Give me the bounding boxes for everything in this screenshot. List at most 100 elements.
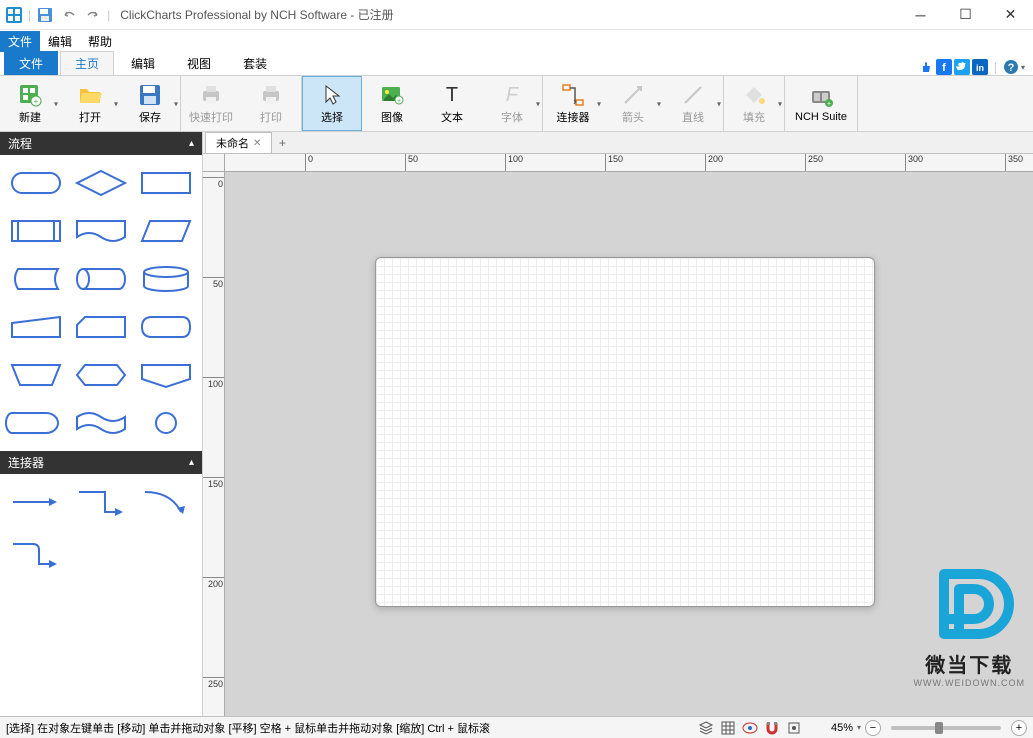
menubar: 文件 编辑 帮助 <box>0 30 1033 52</box>
close-tab-icon[interactable]: ✕ <box>253 138 261 149</box>
quickprint-label: 快速打印 <box>189 109 233 125</box>
snap-icon[interactable] <box>785 719 803 737</box>
canvas-viewport[interactable] <box>225 172 1033 716</box>
tab-file[interactable]: 文件 <box>4 51 58 75</box>
connector-icon <box>561 83 585 107</box>
shape-process[interactable] <box>137 163 194 203</box>
document-tabs: 未命名 ✕ + <box>203 132 1033 154</box>
document-tab[interactable]: 未命名 ✕ <box>205 132 272 153</box>
line-button[interactable]: 直线 ▾ <box>663 76 723 131</box>
ruler-corner <box>203 154 225 172</box>
zoom-slider[interactable] <box>891 726 1001 730</box>
shape-predefined[interactable] <box>8 211 65 251</box>
linkedin-icon[interactable]: in <box>972 59 988 75</box>
facebook-icon[interactable]: f <box>936 59 952 75</box>
statusbar: [选择] 在对象左键单击 [移动] 单击并拖动对象 [平移] 空格 + 鼠标单击… <box>0 716 1033 738</box>
tab-view[interactable]: 视图 <box>172 51 226 75</box>
app-icon <box>4 5 24 25</box>
maximize-button[interactable]: ☐ <box>943 0 988 30</box>
shape-card[interactable] <box>73 307 130 347</box>
panel-header-flow[interactable]: 流程 ▴ <box>0 132 202 155</box>
connector-elbow[interactable] <box>74 482 128 522</box>
shape-connector-circle[interactable] <box>137 403 194 443</box>
tab-home[interactable]: 主页 <box>60 51 114 75</box>
help-icon[interactable]: ? <box>1003 59 1019 75</box>
quickprint-button[interactable]: 快速打印 <box>181 76 241 131</box>
menu-file[interactable]: 文件 <box>0 31 40 52</box>
grid-icon[interactable] <box>719 719 737 737</box>
ribbon-tabs: 文件 主页 编辑 视图 套装 f in | ? ▾ <box>0 52 1033 76</box>
image-icon: + <box>380 83 404 107</box>
like-icon[interactable] <box>918 59 934 75</box>
redo-icon[interactable] <box>83 5 103 25</box>
fill-button[interactable]: 填充 ▾ <box>724 76 784 131</box>
select-button[interactable]: 选择 <box>302 76 362 131</box>
shape-display[interactable] <box>137 307 194 347</box>
open-icon <box>78 83 102 107</box>
shape-database[interactable] <box>137 259 194 299</box>
save-icon[interactable] <box>35 5 55 25</box>
tab-edit[interactable]: 编辑 <box>116 51 170 75</box>
print-label: 打印 <box>260 109 282 125</box>
main-area: 流程 ▴ 连接器 ▴ <box>0 132 1033 716</box>
arrow-label: 箭头 <box>622 109 644 125</box>
connector-straight[interactable] <box>8 482 62 522</box>
watermark: 微当下载 WWW.WEIDOWN.COM <box>914 559 1025 688</box>
text-button[interactable]: T 文本 <box>422 76 482 131</box>
shape-decision[interactable] <box>73 163 130 203</box>
window-controls: ─ ☐ ✕ <box>898 0 1033 30</box>
add-tab-button[interactable]: + <box>272 136 292 150</box>
undo-icon[interactable] <box>59 5 79 25</box>
watermark-text: 微当下载 <box>914 649 1025 678</box>
shape-offpage[interactable] <box>137 355 194 395</box>
print-button[interactable]: 打印 <box>241 76 301 131</box>
shape-tape[interactable] <box>73 403 130 443</box>
shape-data[interactable] <box>137 211 194 251</box>
svg-text:?: ? <box>1008 62 1015 74</box>
shape-document[interactable] <box>73 211 130 251</box>
connector-rounded[interactable] <box>8 534 62 574</box>
shape-terminator[interactable] <box>8 163 65 203</box>
connectors-grid <box>0 474 202 582</box>
shape-delay[interactable] <box>8 403 65 443</box>
panel-header-connectors[interactable]: 连接器 ▴ <box>0 451 202 474</box>
shape-direct-data[interactable] <box>73 259 130 299</box>
connector-button[interactable]: 连接器 ▾ <box>543 76 603 131</box>
window-title: ClickCharts Professional by NCH Software… <box>114 6 898 23</box>
shape-stored-data[interactable] <box>8 259 65 299</box>
watermark-url: WWW.WEIDOWN.COM <box>914 678 1025 688</box>
ribbon-toolbar: + 新建 ▾ 打开 ▾ 保存 ▾ 快速打印 打印 选择 + <box>0 76 1033 132</box>
shape-manual-input[interactable] <box>8 307 65 347</box>
menu-help[interactable]: 帮助 <box>80 31 120 52</box>
arrow-button[interactable]: 箭头 ▾ <box>603 76 663 131</box>
save-button[interactable]: 保存 ▾ <box>120 76 180 131</box>
text-label: 文本 <box>441 109 463 125</box>
font-button[interactable]: F 字体 ▾ <box>482 76 542 131</box>
zoom-in-button[interactable]: + <box>1011 720 1027 736</box>
twitter-icon[interactable] <box>954 59 970 75</box>
svg-text:+: + <box>397 98 401 105</box>
layers-icon[interactable] <box>697 719 715 737</box>
shape-preparation[interactable] <box>73 355 130 395</box>
ruler-vertical: 050100150200250 <box>203 172 225 716</box>
document-tab-label: 未命名 <box>216 135 249 151</box>
print-icon <box>259 83 283 107</box>
nch-suite-button[interactable]: + NCH Suite <box>785 76 857 131</box>
image-button[interactable]: + 图像 <box>362 76 422 131</box>
image-label: 图像 <box>381 109 403 125</box>
connector-curved[interactable] <box>140 482 194 522</box>
close-button[interactable]: ✕ <box>988 0 1033 30</box>
zoom-thumb[interactable] <box>935 722 943 734</box>
shape-manual-op[interactable] <box>8 355 65 395</box>
magnet-icon[interactable] <box>763 719 781 737</box>
open-button[interactable]: 打开 ▾ <box>60 76 120 131</box>
zoom-out-button[interactable]: − <box>865 720 881 736</box>
tab-templates[interactable]: 套装 <box>228 51 282 75</box>
minimize-button[interactable]: ─ <box>898 0 943 30</box>
menu-edit[interactable]: 编辑 <box>40 31 80 52</box>
quickprint-icon <box>199 83 223 107</box>
canvas-page[interactable] <box>375 257 875 607</box>
new-button[interactable]: + 新建 ▾ <box>0 76 60 131</box>
eye-icon[interactable] <box>741 719 759 737</box>
zoom-value: 45% <box>831 722 853 734</box>
